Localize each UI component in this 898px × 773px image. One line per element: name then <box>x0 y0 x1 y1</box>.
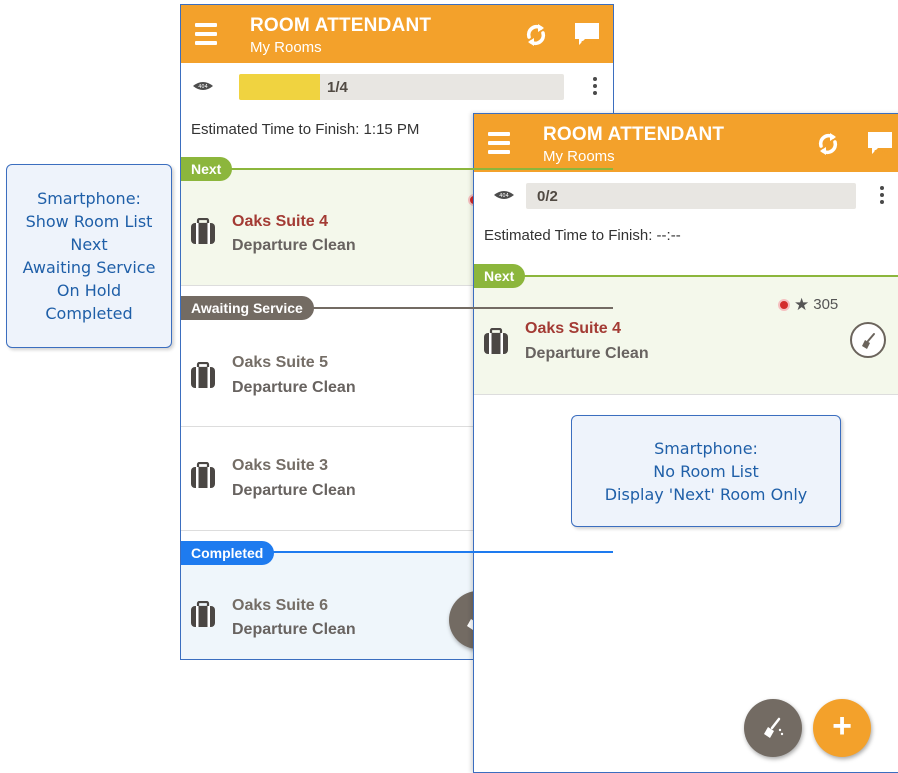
broom-icon <box>862 333 875 349</box>
progress-bar: 0/2 <box>526 183 856 209</box>
clean-fab-button[interactable] <box>744 699 802 757</box>
suitcase-icon <box>191 362 215 388</box>
room-name: Oaks Suite 6 <box>232 597 329 614</box>
start-clean-button[interactable] <box>850 322 886 358</box>
section-awaiting-service: Awaiting Service <box>181 296 314 320</box>
callout-no-room-list: Smartphone: No Room List Display 'Next' … <box>571 415 841 527</box>
divider <box>474 275 898 277</box>
app-header: ROOM ATTENDANT My Rooms <box>181 5 613 63</box>
progress-bar: 1/4 <box>239 74 564 100</box>
eta-label: Estimated Time to Finish: 1:15 PM <box>191 121 420 138</box>
menu-icon[interactable] <box>488 132 510 154</box>
room-task: Departure Clean <box>232 621 356 638</box>
section-next: Next <box>474 264 526 288</box>
progress-count: 0/2 <box>537 188 558 205</box>
divider <box>181 168 613 170</box>
callout-line: Next <box>70 235 108 254</box>
room-name: Oaks Suite 4 <box>232 213 329 230</box>
suitcase-icon <box>191 218 215 244</box>
app-subtitle: My Rooms <box>250 39 322 56</box>
callout-show-room-list: Smartphone: Show Room List Next Awaiting… <box>6 164 172 348</box>
room-points: 305 <box>813 296 839 313</box>
progress-count: 1/4 <box>327 79 348 96</box>
eta-label: Estimated Time to Finish: --:-- <box>484 227 681 244</box>
app-header: ROOM ATTENDANT My Rooms <box>474 114 898 172</box>
room-name: Oaks Suite 5 <box>232 354 329 371</box>
section-next: Next <box>181 157 233 181</box>
room-task: Departure Clean <box>232 379 356 396</box>
section-completed: Completed <box>181 541 275 565</box>
add-button[interactable]: + <box>813 699 871 757</box>
room-task: Departure Clean <box>232 237 356 254</box>
progress-row: 404 1/4 <box>181 63 613 109</box>
more-vert-icon[interactable] <box>593 77 597 95</box>
star-icon: ★ <box>794 295 810 314</box>
message-icon[interactable] <box>573 20 601 48</box>
more-vert-icon[interactable] <box>880 186 884 204</box>
eye-icon[interactable]: 404 <box>193 80 213 92</box>
app-title: ROOM ATTENDANT <box>543 124 725 145</box>
svg-text:404: 404 <box>499 193 509 199</box>
svg-text:404: 404 <box>198 84 208 90</box>
plus-icon: + <box>832 707 852 745</box>
room-badge: ★ 305 <box>778 296 838 313</box>
priority-dot-icon <box>778 298 790 311</box>
progress-row: 404 0/2 <box>474 172 898 216</box>
sync-icon[interactable] <box>521 20 551 50</box>
callout-line: Completed <box>45 304 133 323</box>
callout-line: Smartphone: <box>37 189 141 208</box>
menu-icon[interactable] <box>195 23 217 45</box>
room-name: Oaks Suite 4 <box>525 320 622 337</box>
sync-icon[interactable] <box>813 129 843 159</box>
room-task: Departure Clean <box>232 482 356 499</box>
app-subtitle: My Rooms <box>543 148 615 165</box>
suitcase-icon <box>191 601 215 627</box>
broom-icon <box>764 717 784 738</box>
message-icon[interactable] <box>866 129 894 157</box>
room-row-next[interactable]: Oaks Suite 4 Departure Clean ★ 305 <box>474 277 898 395</box>
eye-icon[interactable]: 404 <box>494 189 514 201</box>
suitcase-icon <box>191 462 215 488</box>
app-title: ROOM ATTENDANT <box>250 15 432 36</box>
suitcase-icon <box>484 328 508 354</box>
progress-fill <box>239 74 321 100</box>
callout-line: Smartphone: <box>654 438 758 458</box>
callout-line: Display 'Next' Room Only <box>604 484 808 504</box>
callout-line: Awaiting Service <box>22 258 156 277</box>
callout-line: No Room List <box>653 461 759 481</box>
callout-line: Show Room List <box>25 212 153 231</box>
room-name: Oaks Suite 3 <box>232 457 329 474</box>
callout-line: On Hold <box>56 281 122 300</box>
room-task: Departure Clean <box>525 345 649 362</box>
